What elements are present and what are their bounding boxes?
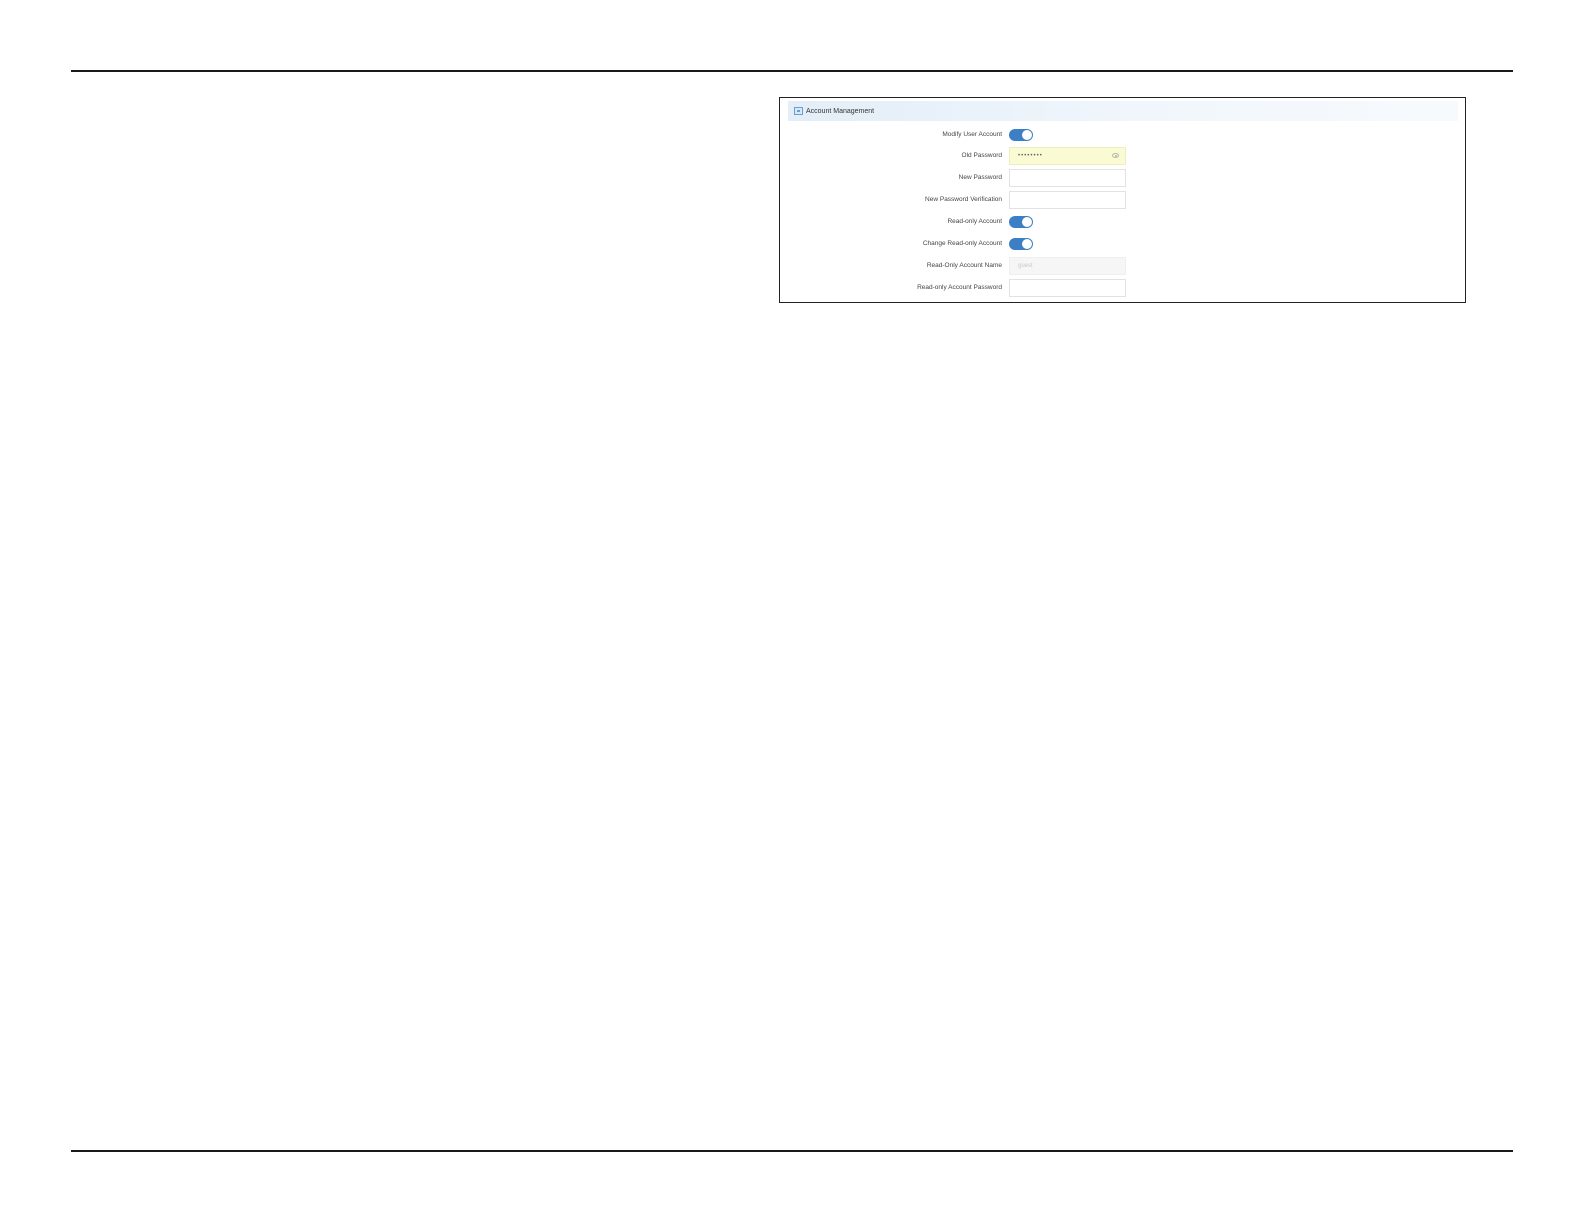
new-password-verification-input[interactable]	[1009, 191, 1126, 209]
new-password-input[interactable]	[1009, 169, 1126, 187]
change-read-only-account-label: Change Read-only Account	[922, 240, 1002, 247]
read-only-account-password-input[interactable]	[1009, 279, 1126, 297]
old-password-label: Old Password	[961, 152, 1002, 159]
new-password-verification-label: New Password Verification	[925, 196, 1002, 203]
old-password-input[interactable]	[1009, 147, 1126, 165]
read-only-account-label: Read-only Account	[947, 218, 1002, 225]
row-modify-user-account: Modify User Account	[780, 126, 1465, 144]
read-only-account-password-label: Read-only Account Password	[917, 284, 1002, 291]
read-only-account-toggle[interactable]	[1009, 216, 1033, 228]
read-only-account-name-label: Read-Only Account Name	[926, 262, 1002, 269]
row-new-password: New Password	[780, 169, 1465, 187]
top-rule	[71, 70, 1513, 72]
row-old-password: Old Password	[780, 147, 1465, 165]
change-read-only-account-toggle[interactable]	[1009, 238, 1033, 250]
read-only-account-name-input[interactable]	[1009, 257, 1126, 275]
row-read-only-account-password: Read-only Account Password	[780, 279, 1465, 297]
eye-icon[interactable]	[1112, 153, 1119, 158]
row-new-password-verification: New Password Verification	[780, 191, 1465, 209]
panel-header: Account Management	[788, 101, 1458, 121]
new-password-label: New Password	[958, 174, 1002, 181]
row-change-read-only-account: Change Read-only Account	[780, 235, 1465, 253]
bottom-rule	[71, 1150, 1513, 1152]
account-management-panel: Account Management Modify User Account O…	[779, 97, 1466, 303]
row-read-only-account-name: Read-Only Account Name	[780, 257, 1465, 275]
row-read-only-account: Read-only Account	[780, 213, 1465, 231]
panel-icon	[794, 107, 803, 115]
modify-user-account-label: Modify User Account	[942, 131, 1002, 138]
panel-title: Account Management	[806, 107, 875, 115]
modify-user-account-toggle[interactable]	[1009, 129, 1033, 141]
